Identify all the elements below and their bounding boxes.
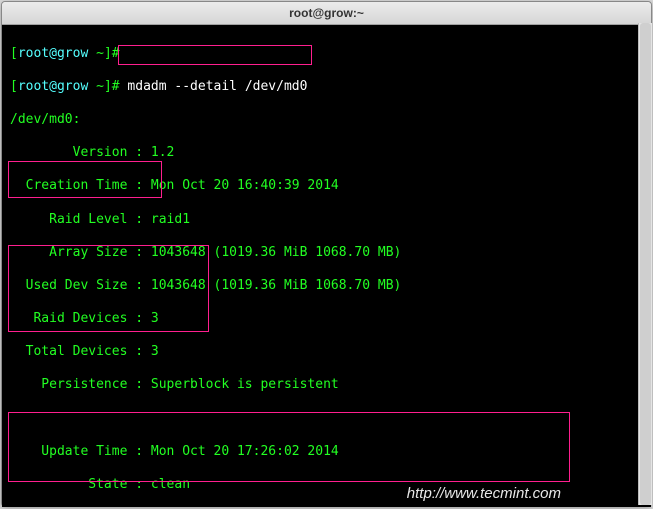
label-state: State	[10, 477, 127, 492]
label-array-size: Array Size	[10, 245, 127, 260]
label-persistence: Persistence	[10, 377, 127, 392]
prompt-open: [	[10, 79, 18, 94]
label-creation-time: Creation Time	[10, 178, 127, 193]
device-header: /dev/md0:	[10, 112, 80, 127]
value-persistence: Superblock is persistent	[151, 377, 339, 392]
command-text: mdadm --detail /dev/md0	[127, 79, 307, 94]
value-creation-time: Mon Oct 20 16:40:39 2014	[151, 178, 339, 193]
scrollbar-thumb[interactable]	[640, 23, 651, 505]
prompt-open: [	[10, 46, 18, 61]
terminal-area[interactable]: [root@grow ~]# [root@grow ~]# mdadm --de…	[2, 25, 651, 507]
label-used-dev-size: Used Dev Size	[10, 278, 127, 293]
label-update-time: Update Time	[10, 444, 127, 459]
value-used-dev-size: 1043648 (1019.36 MiB 1068.70 MB)	[151, 278, 401, 293]
label-total-devices: Total Devices	[10, 344, 127, 359]
window-title: root@grow:~	[289, 6, 364, 20]
prompt-path: ~	[96, 79, 104, 94]
prompt-user-host: root@grow	[18, 79, 88, 94]
prompt-path: ~	[96, 46, 104, 61]
value-raid-devices: 3	[151, 311, 159, 326]
value-state: clean	[151, 477, 190, 492]
value-raid-level: raid1	[151, 212, 190, 227]
terminal-window: root@grow:~ [root@grow ~]# [root@grow ~]…	[1, 1, 652, 507]
value-total-devices: 3	[151, 344, 159, 359]
window-titlebar[interactable]: root@grow:~	[2, 2, 651, 25]
prompt-close: ]#	[104, 79, 120, 94]
prompt-user-host: root@grow	[18, 46, 88, 61]
label-version: Version	[10, 145, 127, 160]
value-update-time: Mon Oct 20 17:26:02 2014	[151, 444, 339, 459]
value-version: 1.2	[151, 145, 174, 160]
label-raid-devices: Raid Devices	[10, 311, 127, 326]
prompt-close: ]#	[104, 46, 120, 61]
label-raid-level: Raid Level	[10, 212, 127, 227]
watermark-text: http://www.tecmint.com	[407, 486, 561, 503]
value-array-size: 1043648 (1019.36 MiB 1068.70 MB)	[151, 245, 401, 260]
scrollbar[interactable]	[638, 23, 652, 505]
